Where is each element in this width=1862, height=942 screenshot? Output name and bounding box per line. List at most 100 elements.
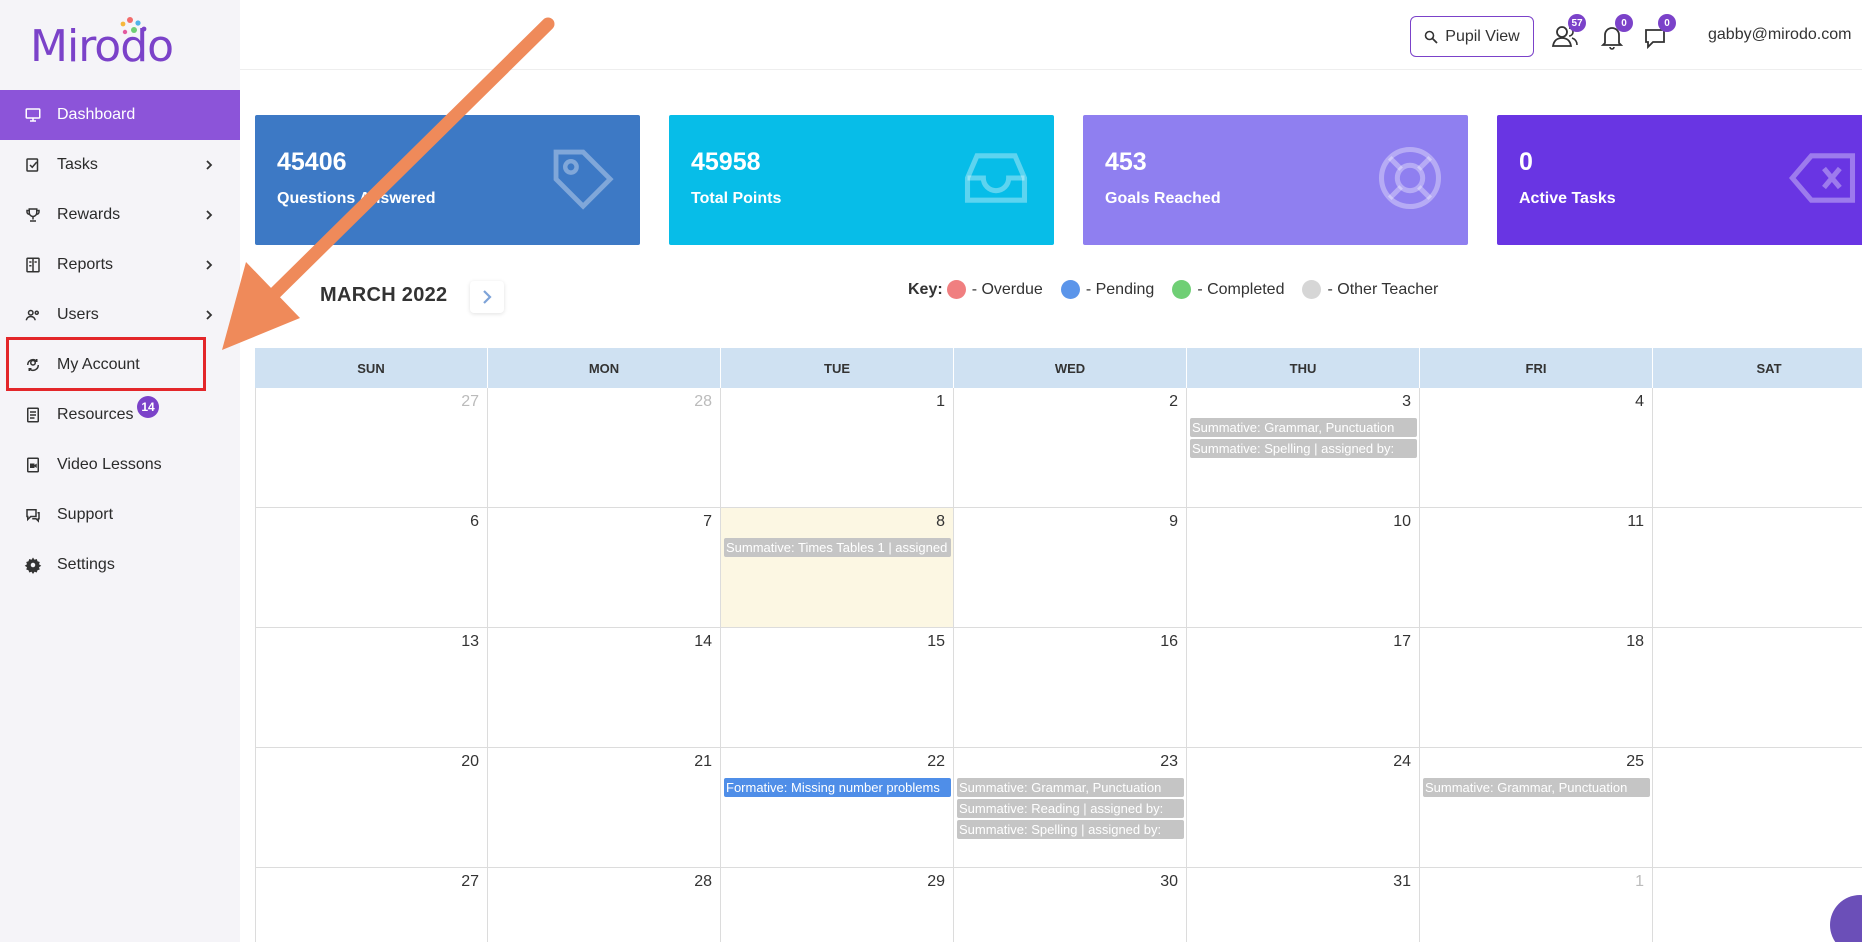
calendar-event[interactable]: Summative: Grammar, Punctuation — [1190, 418, 1417, 437]
sidebar-item-settings[interactable]: Settings — [0, 540, 240, 590]
calendar-day-cell[interactable]: 28 — [488, 388, 721, 508]
notifications-badge: 0 — [1615, 14, 1633, 32]
trophy-icon — [26, 208, 40, 222]
backspace-icon — [1788, 153, 1856, 203]
sidebar-item-video-lessons[interactable]: Video Lessons — [0, 440, 240, 490]
calendar-day-cell[interactable]: 15 — [721, 628, 954, 748]
day-events: Formative: Missing number problems — [724, 778, 951, 799]
key-item: - Overdue — [946, 280, 1043, 299]
calendar-event[interactable]: Summative: Reading | assigned by: — [957, 799, 1184, 818]
stat-card-active-tasks[interactable]: 0 Active Tasks — [1497, 115, 1862, 245]
calendar-day-cell[interactable]: 11 — [1420, 508, 1653, 628]
key-title: Key: — [908, 280, 943, 298]
calendar-day-cell[interactable]: 28 — [488, 868, 721, 942]
calendar-day-cell[interactable]: 21 — [488, 748, 721, 868]
sidebar-nav: Dashboard Tasks Rewards Reports Users My Acco… — [0, 90, 240, 590]
calendar-day-cell[interactable]: 29 — [721, 868, 954, 942]
app-window: Mirodo Dashboard Tasks Rewards Reports Users… — [0, 0, 1862, 942]
day-number: 30 — [1160, 873, 1178, 890]
calendar-event[interactable]: Summative: Spelling | assigned by: — [1190, 439, 1417, 458]
calendar-day-cell[interactable]: 1 — [1420, 868, 1653, 942]
calendar-day-cell[interactable]: 8 Summative: Times Tables 1 | assigned — [721, 508, 954, 628]
calendar-day-cell[interactable]: 16 — [954, 628, 1187, 748]
calendar-day-cell[interactable]: 23 Summative: Grammar, Punctuation Summati… — [954, 748, 1187, 868]
resources-icon-wrap — [24, 406, 42, 424]
messages-button[interactable]: 0 — [1640, 14, 1676, 52]
tag-icon — [553, 149, 614, 210]
calendar-event[interactable]: Summative: Grammar, Punctuation — [957, 778, 1184, 797]
calendar-day-cell[interactable]: 1 — [721, 388, 954, 508]
sidebar-item-my-account[interactable]: My Account — [0, 340, 240, 390]
day-number: 7 — [703, 513, 712, 530]
sidebar-item-rewards[interactable]: Rewards — [0, 190, 240, 240]
calendar-day-cell[interactable]: 13 — [255, 628, 488, 748]
sidebar-item-support[interactable]: Support — [0, 490, 240, 540]
sidebar-item-label: Tasks — [57, 156, 98, 173]
day-number: 3 — [1402, 393, 1411, 410]
notifications-button[interactable]: 0 — [1597, 14, 1633, 52]
calendar-event[interactable]: Summative: Times Tables 1 | assigned — [724, 538, 951, 557]
calendar-week-row: 27 28 1 2 3 Summative: Grammar, Punctuation Su… — [255, 388, 1862, 508]
calendar-day-cell[interactable]: 27 — [255, 388, 488, 508]
calendar-day-cell[interactable]: 3 Summative: Grammar, Punctuation Summativ… — [1187, 388, 1420, 508]
calendar-day-cell[interactable]: 30 — [954, 868, 1187, 942]
calendar-day-cell[interactable]: 27 — [255, 868, 488, 942]
sidebar-item-resources[interactable]: Resources 14 — [0, 390, 240, 440]
calendar-day-cell[interactable]: 22 Formative: Missing number problems — [721, 748, 954, 868]
calendar-event[interactable]: Summative: Spelling | assigned by: — [957, 820, 1184, 839]
calendar-event[interactable]: Summative: Grammar, Punctuation — [1423, 778, 1650, 797]
sidebar-item-users[interactable]: Users — [0, 290, 240, 340]
day-number: 2 — [1169, 393, 1178, 410]
calendar-day-cell[interactable]: 10 — [1187, 508, 1420, 628]
calendar-day-cell[interactable]: 4 — [1420, 388, 1653, 508]
pupil-view-button[interactable]: Pupil View — [1410, 16, 1534, 57]
stat-card-questions-answered[interactable]: 45406 Questions Answered — [255, 115, 640, 245]
chevron-right-icon — [483, 290, 492, 304]
calendar-key: Key: - Overdue - Pending - Completed - Othe… — [908, 280, 1456, 299]
sidebar-item-label: Users — [57, 306, 99, 323]
calendar-day-cell[interactable]: 17 — [1187, 628, 1420, 748]
stat-card-goals-reached[interactable]: 453 Goals Reached — [1083, 115, 1468, 245]
users-badge: 57 — [1568, 14, 1586, 32]
day-number: 22 — [927, 753, 945, 770]
reports-icon-wrap — [24, 256, 42, 274]
calendar-day-cell[interactable]: 31 — [1187, 868, 1420, 942]
calendar-day-cell[interactable]: 25 Summative: Grammar, Punctuation — [1420, 748, 1653, 868]
calendar-day-cell[interactable]: 2 — [954, 388, 1187, 508]
calendar-day-cell[interactable] — [1653, 508, 1862, 628]
prev-month-button[interactable] — [268, 283, 288, 307]
user-email[interactable]: gabby@mirodo.com — [1708, 26, 1851, 44]
calendar-day-cell[interactable] — [1653, 388, 1862, 508]
calendar-event[interactable]: Formative: Missing number problems — [724, 778, 951, 797]
calendar-day-cell[interactable]: 7 — [488, 508, 721, 628]
calendar-day-cell[interactable]: 14 — [488, 628, 721, 748]
sidebar-item-tasks[interactable]: Tasks — [0, 140, 240, 190]
day-number: 15 — [927, 633, 945, 650]
sidebar-item-reports[interactable]: Reports — [0, 240, 240, 290]
calendar-day-cell[interactable]: 24 — [1187, 748, 1420, 868]
next-month-button[interactable] — [470, 281, 504, 313]
calendar-day-cell[interactable]: 9 — [954, 508, 1187, 628]
calendar-day-cell[interactable] — [1653, 748, 1862, 868]
day-events: Summative: Grammar, Punctuation Summative… — [1190, 418, 1417, 460]
calendar-day-cell[interactable]: 6 — [255, 508, 488, 628]
day-number: 18 — [1626, 633, 1644, 650]
mirodo-logo[interactable]: Mirodo — [30, 14, 174, 72]
support-icon — [26, 509, 40, 523]
account-icon-wrap — [24, 356, 42, 374]
key-item: - Other Teacher — [1302, 280, 1438, 299]
chevron-right-icon — [206, 310, 213, 320]
stat-card-total-points[interactable]: 45958 Total Points — [669, 115, 1054, 245]
calendar-day-cell[interactable] — [1653, 628, 1862, 748]
video-icon-wrap — [24, 456, 42, 474]
chevron-right-icon — [206, 210, 213, 220]
users-header-button[interactable]: 57 — [1550, 14, 1586, 52]
day-number: 27 — [461, 393, 479, 410]
calendar-day-cell[interactable]: 18 — [1420, 628, 1653, 748]
reports-icon — [26, 257, 40, 273]
key-color-dot — [1172, 280, 1192, 299]
sidebar-item-dashboard[interactable]: Dashboard — [0, 90, 240, 140]
day-number: 8 — [936, 513, 945, 530]
day-number: 28 — [694, 393, 712, 410]
calendar-day-cell[interactable]: 20 — [255, 748, 488, 868]
